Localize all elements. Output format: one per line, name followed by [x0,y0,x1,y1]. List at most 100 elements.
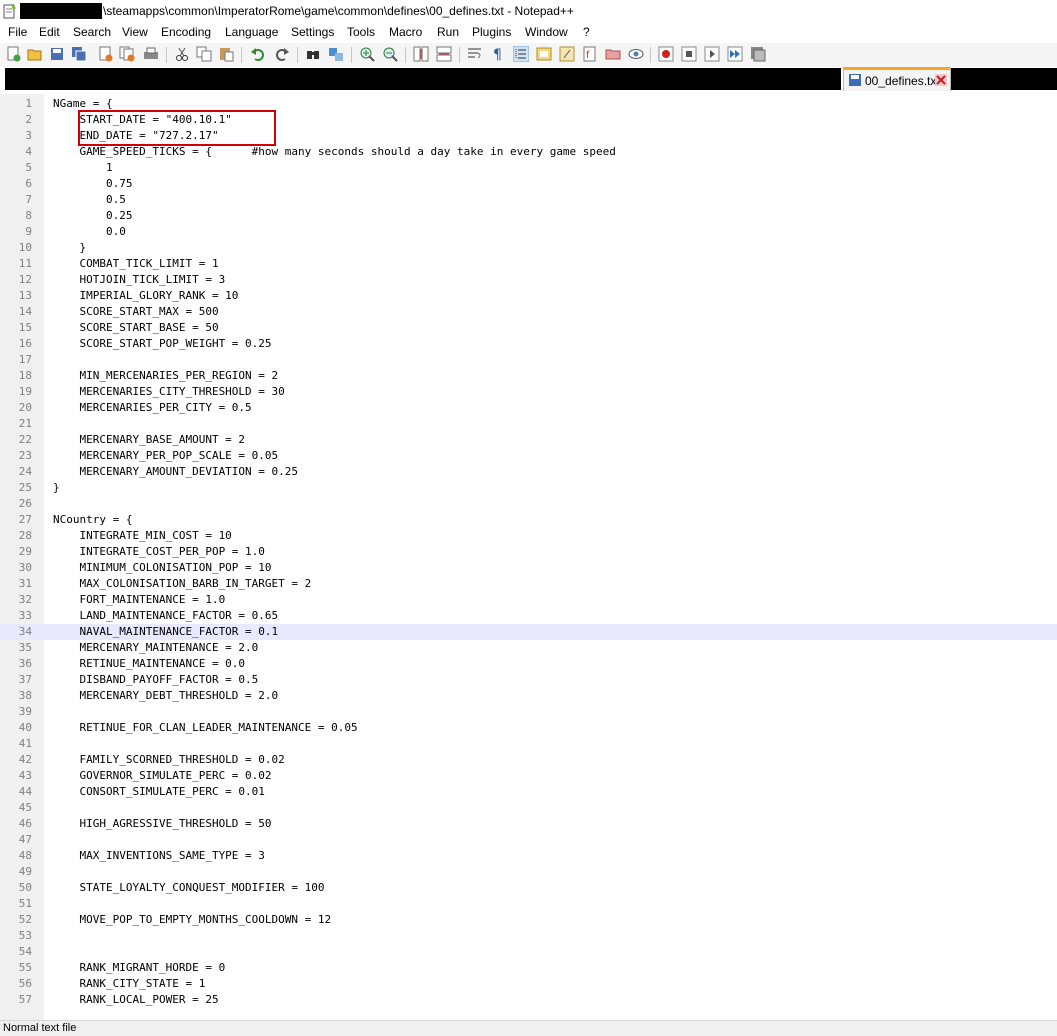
code-line[interactable]: 39 [0,704,1057,720]
close-all-icon[interactable] [119,46,135,62]
menu-macro[interactable]: Macro [389,25,422,39]
sync-horizontal-icon[interactable] [436,46,452,62]
code-line[interactable]: 15 SCORE_START_BASE = 50 [0,320,1057,336]
menu-help[interactable]: ? [583,25,590,39]
menu-tools[interactable]: Tools [347,25,375,39]
code-line[interactable]: 43 GOVERNOR_SIMULATE_PERC = 0.02 [0,768,1057,784]
code-lines[interactable]: 1 NGame = {2 START_DATE = "400.10.1" 3 END… [0,96,1057,1008]
code-line[interactable]: 17 [0,352,1057,368]
code-line[interactable]: 22 MERCENARY_BASE_AMOUNT = 2 [0,432,1057,448]
code-line[interactable]: 33 LAND_MAINTENANCE_FACTOR = 0.65 [0,608,1057,624]
code-line[interactable]: 52 MOVE_POP_TO_EMPTY_MONTHS_COOLDOWN = 1… [0,912,1057,928]
print-icon[interactable] [143,46,159,62]
replace-icon[interactable] [328,46,344,62]
code-line[interactable]: 5 1 [0,160,1057,176]
code-line[interactable]: 25} [0,480,1057,496]
code-line[interactable]: 50 STATE_LOYALTY_CONQUEST_MODIFIER = 100 [0,880,1057,896]
find-icon[interactable] [305,46,321,62]
indent-guide-icon[interactable] [513,46,529,62]
menu-file[interactable]: File [8,25,27,39]
menu-search[interactable]: Search [73,25,111,39]
code-line[interactable]: 44 CONSORT_SIMULATE_PERC = 0.01 [0,784,1057,800]
code-line[interactable]: 32 FORT_MAINTENANCE = 1.0 [0,592,1057,608]
code-line[interactable]: 57 RANK_LOCAL_POWER = 25 [0,992,1057,1008]
code-line[interactable]: 30 MINIMUM_COLONISATION_POP = 10 [0,560,1057,576]
menu-language[interactable]: Language [225,25,278,39]
monitoring-icon[interactable] [628,46,644,62]
code-line[interactable]: 20 MERCENARIES_PER_CITY = 0.5 [0,400,1057,416]
code-line[interactable]: 4 GAME_SPEED_TICKS = { #how many seconds… [0,144,1057,160]
save-icon[interactable] [49,46,65,62]
code-line[interactable]: 11 COMBAT_TICK_LIMIT = 1 [0,256,1057,272]
code-line[interactable]: 49 [0,864,1057,880]
code-line[interactable]: 23 MERCENARY_PER_POP_SCALE = 0.05 [0,448,1057,464]
folder-as-workspace-icon[interactable]: f [582,46,598,62]
code-line[interactable]: 35 MERCENARY_MAINTENANCE = 2.0 [0,640,1057,656]
zoom-out-icon[interactable] [382,46,398,62]
folder-icon[interactable] [605,46,621,62]
word-wrap-icon[interactable] [467,46,483,62]
paste-icon[interactable] [218,46,234,62]
menu-run[interactable]: Run [437,25,459,39]
code-line[interactable]: 18 MIN_MERCENARIES_PER_REGION = 2 [0,368,1057,384]
editor[interactable]: 1 NGame = {2 START_DATE = "400.10.1" 3 END… [0,94,1057,1020]
code-line[interactable]: 10 } [0,240,1057,256]
function-list-icon[interactable] [559,46,575,62]
zoom-in-icon[interactable] [359,46,375,62]
undo-icon[interactable] [250,46,266,62]
code-line[interactable]: 36 RETINUE_MAINTENANCE = 0.0 [0,656,1057,672]
code-line[interactable]: 14 SCORE_START_MAX = 500 [0,304,1057,320]
redo-icon[interactable] [274,46,290,62]
save-all-icon[interactable] [71,46,87,62]
new-file-icon[interactable] [5,46,21,62]
show-all-characters-icon[interactable]: ¶ [490,46,506,62]
code-line[interactable]: 54 [0,944,1057,960]
code-line[interactable]: 24 MERCENARY_AMOUNT_DEVIATION = 0.25 [0,464,1057,480]
code-line[interactable]: 42 FAMILY_SCORNED_THRESHOLD = 0.02 [0,752,1057,768]
code-line[interactable]: 26 [0,496,1057,512]
document-map-icon[interactable] [536,46,552,62]
code-line[interactable]: 40 RETINUE_FOR_CLAN_LEADER_MAINTENANCE =… [0,720,1057,736]
code-line[interactable]: 34 NAVAL_MAINTENANCE_FACTOR = 0.1 [0,624,1057,640]
code-line[interactable]: 37 DISBAND_PAYOFF_FACTOR = 0.5 [0,672,1057,688]
code-line[interactable]: 12 HOTJOIN_TICK_LIMIT = 3 [0,272,1057,288]
menu-settings[interactable]: Settings [291,25,334,39]
code-line[interactable]: 8 0.25 [0,208,1057,224]
cut-icon[interactable] [174,46,190,62]
open-file-icon[interactable] [27,46,43,62]
code-line[interactable]: 29 INTEGRATE_COST_PER_POP = 1.0 [0,544,1057,560]
code-line[interactable]: 47 [0,832,1057,848]
menu-encoding[interactable]: Encoding [161,25,211,39]
code-line[interactable]: 19 MERCENARIES_CITY_THRESHOLD = 30 [0,384,1057,400]
menu-window[interactable]: Window [525,25,568,39]
code-line[interactable]: 51 [0,896,1057,912]
code-line[interactable]: 48 MAX_INVENTIONS_SAME_TYPE = 3 [0,848,1057,864]
sync-vertical-icon[interactable] [413,46,429,62]
save-macro-icon[interactable] [750,46,766,62]
menu-edit[interactable]: Edit [39,25,60,39]
copy-icon[interactable] [196,46,212,62]
code-line[interactable]: 7 0.5 [0,192,1057,208]
code-line[interactable]: 53 [0,928,1057,944]
code-line[interactable]: 9 0.0 [0,224,1057,240]
record-macro-icon[interactable] [658,46,674,62]
playback-macro-icon[interactable] [704,46,720,62]
code-line[interactable]: 55 RANK_MIGRANT_HORDE = 0 [0,960,1057,976]
tab-close-icon[interactable] [935,74,947,86]
menu-view[interactable]: View [122,25,148,39]
code-line[interactable]: 45 [0,800,1057,816]
code-line[interactable]: 46 HIGH_AGRESSIVE_THRESHOLD = 50 [0,816,1057,832]
code-line[interactable]: 13 IMPERIAL_GLORY_RANK = 10 [0,288,1057,304]
code-line[interactable]: 41 [0,736,1057,752]
tab-00-defines[interactable]: 00_defines.txt [843,67,951,91]
stop-recording-icon[interactable] [681,46,697,62]
code-line[interactable]: 21 [0,416,1057,432]
code-line[interactable]: 28 INTEGRATE_MIN_COST = 10 [0,528,1057,544]
code-line[interactable]: 27 NCountry = { [0,512,1057,528]
close-icon[interactable] [97,46,113,62]
code-line[interactable]: 31 MAX_COLONISATION_BARB_IN_TARGET = 2 [0,576,1057,592]
code-line[interactable]: 56 RANK_CITY_STATE = 1 [0,976,1057,992]
code-line[interactable]: 16 SCORE_START_POP_WEIGHT = 0.25 [0,336,1057,352]
code-line[interactable]: 38 MERCENARY_DEBT_THRESHOLD = 2.0 [0,688,1057,704]
menu-plugins[interactable]: Plugins [472,25,511,39]
